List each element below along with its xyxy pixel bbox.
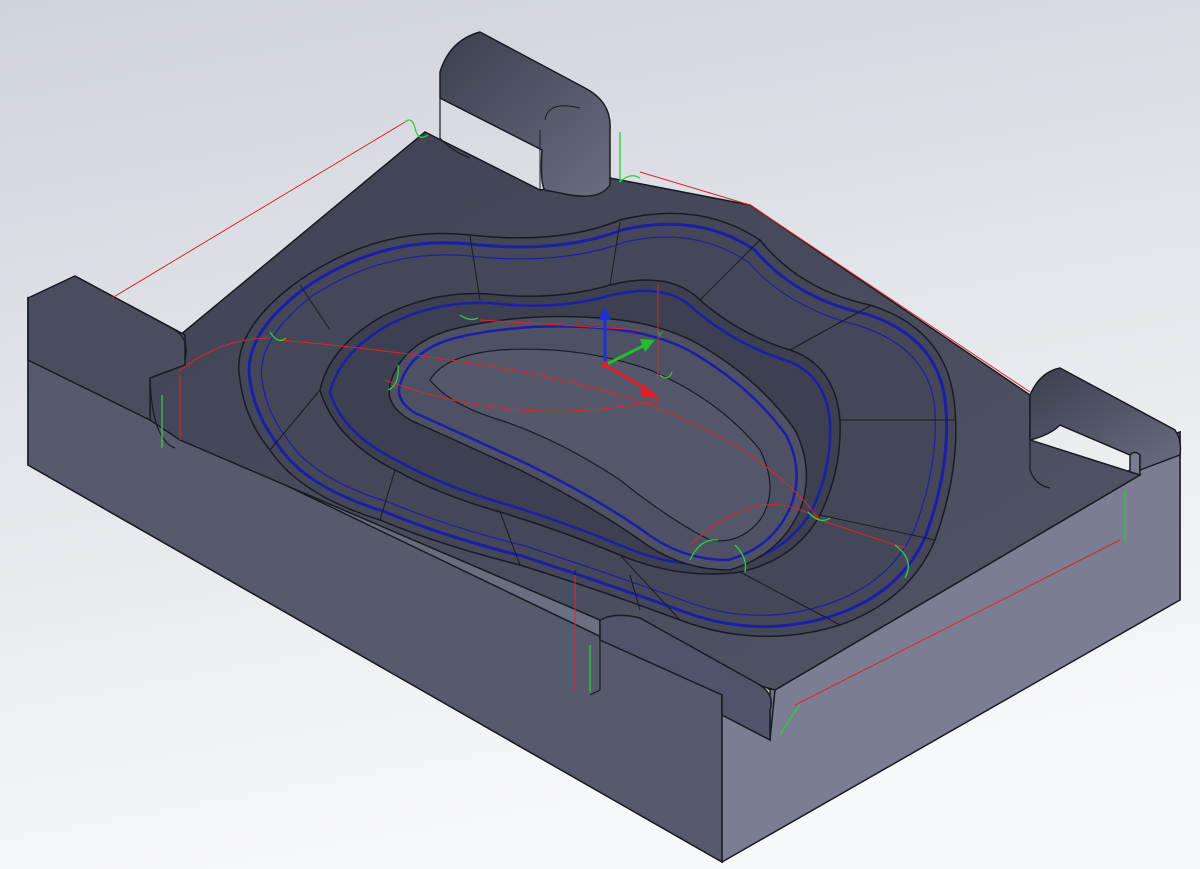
model-view[interactable]: Y (0, 0, 1200, 869)
cad-graphics-area[interactable]: Y (0, 0, 1200, 869)
y-axis-label: Y (657, 330, 663, 340)
triad-origin (601, 361, 609, 369)
